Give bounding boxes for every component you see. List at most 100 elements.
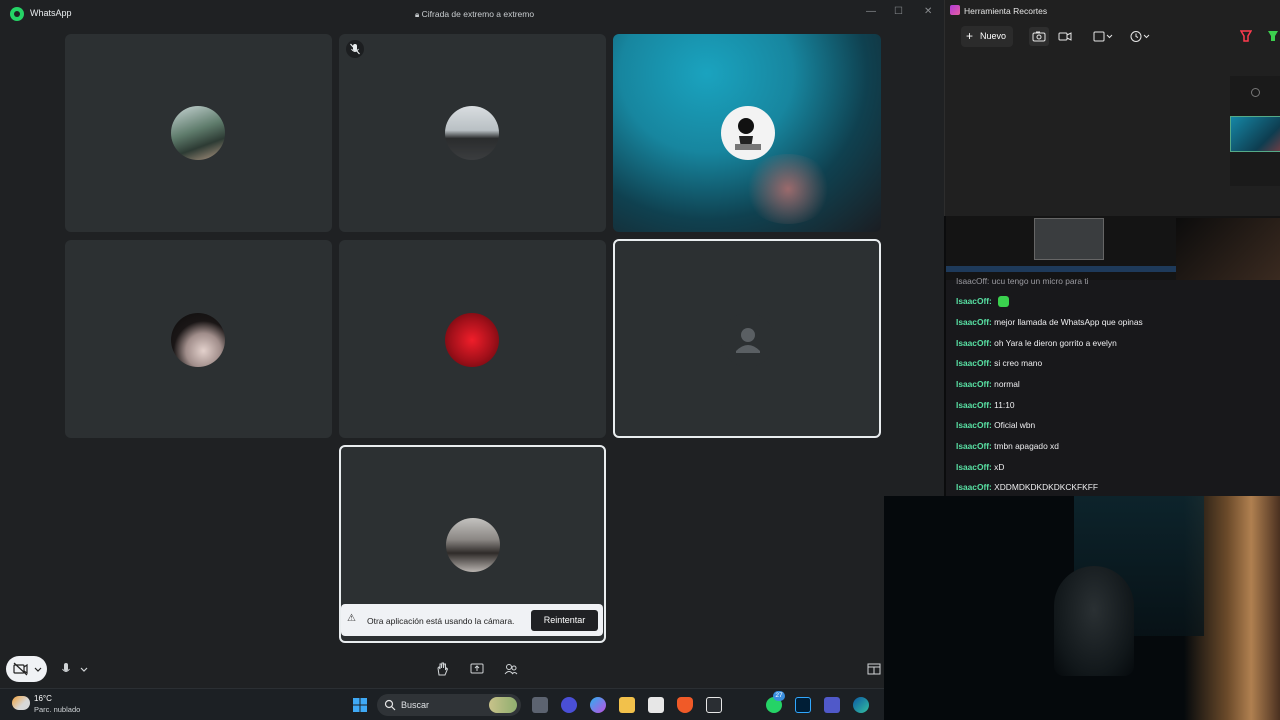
- close-button[interactable]: ✕: [924, 6, 932, 17]
- new-snip-label: Nuevo: [980, 31, 1007, 41]
- chat-message: IsaacOff: Oficial wbn: [956, 420, 1035, 430]
- camera-warning-text: Otra aplicación está usando la cámara.: [367, 616, 515, 626]
- chat-username[interactable]: IsaacOff:: [956, 317, 992, 327]
- extension-green-icon[interactable]: [1267, 29, 1279, 43]
- store-icon[interactable]: [648, 697, 664, 713]
- chat-username[interactable]: IsaacOff:: [956, 420, 992, 430]
- hand-icon: [437, 662, 449, 676]
- new-snip-button[interactable]: + Nuevo: [961, 26, 1013, 47]
- video-blur-highlight: [743, 154, 833, 224]
- webcam-person: [1054, 566, 1134, 676]
- camera-icon: [1032, 31, 1046, 42]
- lock-icon: 🔒︎: [415, 10, 420, 19]
- maximize-button[interactable]: ☐: [894, 6, 903, 17]
- warning-icon: ⚠: [347, 613, 356, 624]
- chat-text: 11:10: [991, 400, 1015, 410]
- snipping-tool-title: Herramienta Recortes: [964, 6, 1048, 16]
- chat-username[interactable]: IsaacOff:: [956, 338, 992, 348]
- chat-username[interactable]: IsaacOff:: [956, 462, 992, 472]
- participant-tile-speaking[interactable]: [613, 239, 881, 438]
- search-placeholder: Buscar: [401, 700, 430, 710]
- participant-tile[interactable]: [339, 34, 606, 232]
- minimize-button[interactable]: —: [866, 6, 876, 17]
- chat-username[interactable]: IsaacOff:: [956, 296, 992, 306]
- chat-message: IsaacOff:: [956, 296, 1010, 308]
- chat-message: IsaacOff: XDDMDKDKDKDKCKFKFF: [956, 482, 1098, 492]
- meet-icon[interactable]: [561, 697, 577, 713]
- brave-browser-icon[interactable]: [677, 697, 693, 713]
- share-screen-button[interactable]: [469, 661, 485, 677]
- taskbar-search[interactable]: Buscar: [377, 694, 521, 716]
- task-view-icon[interactable]: [532, 697, 548, 713]
- weather-widget[interactable]: 16°C Parc. nublado: [10, 692, 90, 718]
- chat-username[interactable]: IsaacOff:: [956, 379, 992, 389]
- participant-tile[interactable]: [65, 34, 332, 232]
- raise-hand-button[interactable]: [434, 661, 450, 677]
- thumbnail-image: [1230, 116, 1280, 152]
- copilot-icon[interactable]: [590, 697, 606, 713]
- muted-mic-icon: [346, 40, 364, 58]
- chat-username[interactable]: IsaacOff:: [956, 482, 992, 492]
- stream-thumbnail: [1034, 218, 1104, 260]
- capcut-icon[interactable]: [706, 697, 722, 713]
- screenshot-mode-button[interactable]: [1029, 27, 1049, 46]
- participant-avatar: [171, 106, 225, 160]
- video-mode-button[interactable]: [1055, 27, 1075, 46]
- encryption-label: 🔒︎ Cifrada de extremo a extremo: [415, 9, 534, 20]
- snipping-tool-window: Herramienta Recortes + Nuevo: [944, 0, 1280, 216]
- video-camera-icon: [1058, 32, 1072, 41]
- participant-tile[interactable]: [339, 240, 606, 438]
- microphone-icon: [62, 663, 88, 672]
- chat-message: IsaacOff: si creo mano: [956, 358, 1042, 368]
- chat-text: xD: [991, 462, 1005, 472]
- snip-shape-dropdown[interactable]: [1091, 27, 1117, 46]
- camera-warning-banner: ⚠ Otra aplicación está usando la cámara.…: [341, 604, 603, 636]
- chat-username[interactable]: IsaacOff:: [956, 441, 992, 451]
- stream-extension-icon[interactable]: [1239, 29, 1253, 43]
- plus-icon: +: [966, 29, 974, 43]
- chat-text: normal: [991, 379, 1020, 389]
- retry-button[interactable]: Reintentar: [531, 610, 598, 631]
- stream-cam-thumbnail: [1176, 218, 1280, 280]
- delay-dropdown[interactable]: [1128, 27, 1154, 46]
- mic-button[interactable]: [58, 660, 92, 678]
- participant-tile[interactable]: [65, 240, 332, 438]
- whatsapp-taskbar-icon[interactable]: 27: [766, 691, 785, 713]
- windows-logo-icon: [353, 698, 367, 712]
- chat-username[interactable]: IsaacOff:: [956, 400, 992, 410]
- self-avatar: [446, 518, 500, 572]
- snipping-tool-logo-icon: [950, 5, 960, 15]
- stream-progress: [946, 266, 1176, 272]
- chat-text: oh Yara le dieron gorrito a evelyn: [991, 338, 1117, 348]
- teams-icon[interactable]: [824, 697, 840, 713]
- camera-toggle-button[interactable]: [6, 656, 47, 682]
- add-participant-button[interactable]: [503, 661, 519, 677]
- webcam-overlay: [884, 496, 1280, 720]
- participant-video-tile[interactable]: [613, 34, 881, 232]
- grid-layout-icon: [867, 663, 881, 675]
- chat-message: IsaacOff: mejor llamada de WhatsApp que …: [956, 317, 1143, 327]
- participant-avatar: [721, 106, 775, 160]
- search-highlight-image: [489, 697, 517, 713]
- whatsapp-logo-icon: [10, 7, 24, 21]
- call-toolbar: [0, 650, 944, 688]
- share-screen-icon: [470, 663, 484, 674]
- weather-temp: 16°C: [34, 694, 52, 703]
- app-title: WhatsApp: [30, 8, 72, 18]
- file-explorer-icon[interactable]: [619, 697, 635, 713]
- chat-username[interactable]: IsaacOff:: [956, 358, 992, 368]
- clock-icon: [1130, 31, 1150, 42]
- weather-cloud-icon: [12, 696, 30, 710]
- photoshop-icon[interactable]: [795, 697, 811, 713]
- chat-text: tmbn apagado xd: [991, 441, 1059, 451]
- default-avatar-icon: [721, 313, 775, 367]
- participant-avatar: [171, 313, 225, 367]
- encryption-text: Cifrada de extremo a extremo: [421, 9, 535, 19]
- chat-text: XDDMDKDKDKDKCKFKFF: [991, 482, 1098, 492]
- chat-message: IsaacOff: tmbn apagado xd: [956, 441, 1059, 451]
- chat-message: IsaacOff: xD: [956, 462, 1004, 472]
- layout-button[interactable]: [866, 661, 882, 677]
- edge-browser-icon[interactable]: [853, 697, 869, 713]
- chat-message: IsaacOff: normal: [956, 379, 1020, 389]
- start-button[interactable]: [352, 697, 368, 713]
